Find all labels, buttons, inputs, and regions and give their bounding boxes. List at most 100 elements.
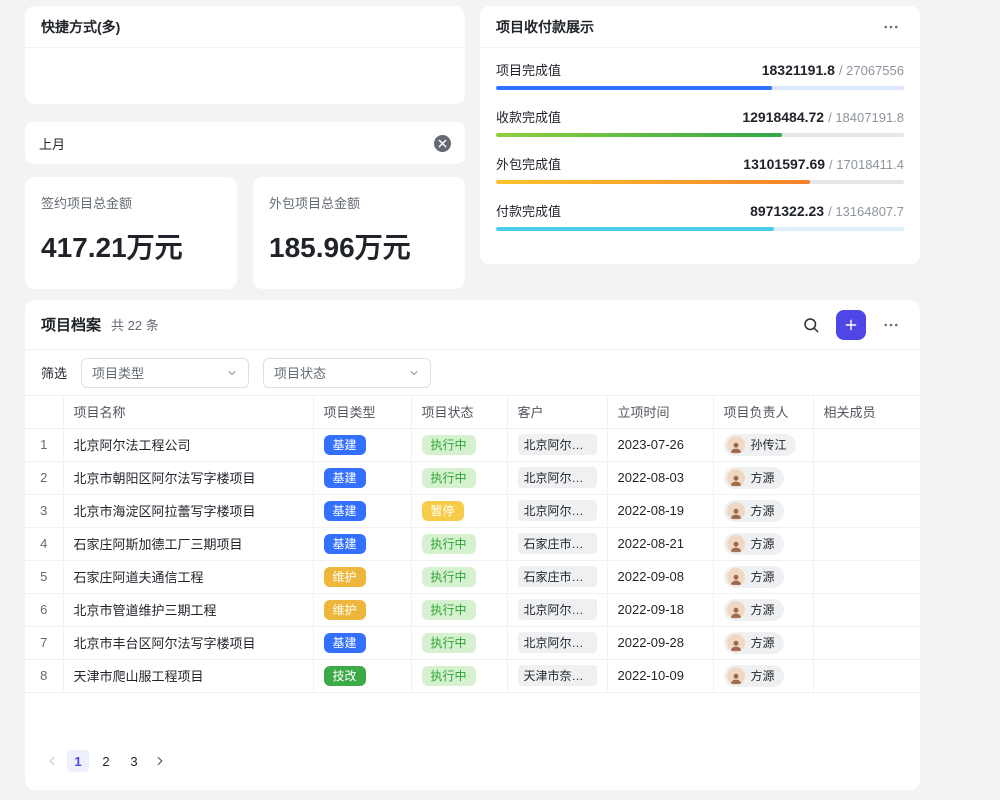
table-row[interactable]: 7 北京市丰台区阿尔法写字楼项目 基建 执行中 北京阿尔法… 2022-09-2… bbox=[25, 626, 920, 659]
clear-filter-icon[interactable] bbox=[434, 135, 451, 152]
row-index: 2 bbox=[25, 461, 63, 494]
cell-members bbox=[813, 527, 920, 560]
progress-value: 18321191.8 bbox=[762, 62, 835, 78]
row-index: 5 bbox=[25, 560, 63, 593]
cell-members bbox=[813, 461, 920, 494]
customer-pill: 石家庄市A县 bbox=[518, 566, 597, 587]
ellipsis-icon[interactable] bbox=[878, 312, 904, 338]
table-row[interactable]: 3 北京市海淀区阿拉蕾写字楼项目 基建 暂停 北京阿尔法… 2022-08-19… bbox=[25, 494, 920, 527]
cell-project-name: 北京市管道维护三期工程 bbox=[63, 593, 313, 626]
cell-owner: 方源 bbox=[713, 461, 813, 494]
column-header[interactable]: 相关成员 bbox=[813, 396, 920, 428]
customer-pill: 北京阿尔法… bbox=[518, 500, 597, 521]
cell-customer: 石家庄市A县 bbox=[507, 560, 607, 593]
column-header[interactable]: 项目负责人 bbox=[713, 396, 813, 428]
cell-start-date: 2022-09-08 bbox=[607, 560, 713, 593]
project-status-tag: 执行中 bbox=[422, 435, 476, 455]
payments-rows: 项目完成值 18321191.8/ 27067556 收款完成值 1291848… bbox=[480, 48, 920, 231]
previous-page-button[interactable] bbox=[43, 752, 61, 770]
cell-project-type: 基建 bbox=[313, 527, 411, 560]
stat-label: 外包项目总金额 bbox=[269, 193, 449, 212]
column-header[interactable]: 客户 bbox=[507, 396, 607, 428]
avatar bbox=[727, 634, 745, 652]
progress-bar bbox=[496, 227, 904, 231]
cell-project-type: 技改 bbox=[313, 659, 411, 692]
progress-row: 外包完成值 13101597.69 / 17018411.4 bbox=[496, 154, 904, 184]
stat-label: 签约项目总金额 bbox=[41, 193, 221, 212]
cell-project-type: 维护 bbox=[313, 560, 411, 593]
chevron-down-icon bbox=[226, 367, 238, 379]
next-page-button[interactable] bbox=[151, 752, 169, 770]
avatar bbox=[727, 667, 745, 685]
column-header[interactable]: 立项时间 bbox=[607, 396, 713, 428]
cell-customer: 北京阿尔法… bbox=[507, 494, 607, 527]
progress-total: / 17018411.4 bbox=[829, 157, 904, 172]
owner-chip: 方源 bbox=[724, 500, 784, 522]
cell-customer: 北京阿尔法… bbox=[507, 428, 607, 461]
column-header[interactable]: 项目状态 bbox=[411, 396, 507, 428]
table-row[interactable]: 8 天津市爬山服工程项目 技改 执行中 天津市奈文… 2022-10-09 方源 bbox=[25, 659, 920, 692]
avatar bbox=[727, 535, 745, 553]
column-header[interactable]: 项目名称 bbox=[63, 396, 313, 428]
table-row[interactable]: 2 北京市朝阳区阿尔法写字楼项目 基建 执行中 北京阿尔法… 2022-08-0… bbox=[25, 461, 920, 494]
cell-project-type: 基建 bbox=[313, 461, 411, 494]
progress-total: / 18407191.8 bbox=[828, 110, 904, 125]
progress-bar bbox=[496, 86, 904, 90]
project-status-tag: 执行中 bbox=[422, 666, 476, 686]
column-header[interactable]: 项目类型 bbox=[313, 396, 411, 428]
avatar bbox=[727, 601, 745, 619]
cell-project-name: 北京市丰台区阿尔法写字楼项目 bbox=[63, 626, 313, 659]
table-card-title: 项目档案 bbox=[41, 314, 101, 335]
row-index: 4 bbox=[25, 527, 63, 560]
progress-label: 外包完成值 bbox=[496, 154, 561, 173]
cell-start-date: 2022-09-28 bbox=[607, 626, 713, 659]
stat-card-signed-total: 签约项目总金额 417.21万元 bbox=[25, 177, 237, 289]
cell-customer: 石家庄市A… bbox=[507, 527, 607, 560]
payments-card: 项目收付款展示 项目完成值 18321191.8/ 27067556 收款完成值… bbox=[480, 6, 920, 264]
cell-project-status: 执行中 bbox=[411, 659, 507, 692]
add-record-button[interactable] bbox=[836, 310, 866, 340]
cell-project-name: 石家庄阿道夫通信工程 bbox=[63, 560, 313, 593]
cell-start-date: 2023-07-26 bbox=[607, 428, 713, 461]
project-type-tag: 维护 bbox=[324, 600, 366, 620]
owner-name: 方源 bbox=[751, 601, 775, 618]
project-type-select[interactable]: 项目类型 bbox=[81, 358, 249, 388]
project-status-tag: 执行中 bbox=[422, 468, 476, 488]
record-count: 共 22 条 bbox=[111, 315, 159, 334]
customer-pill: 北京阿尔法… bbox=[518, 599, 597, 620]
customer-pill: 北京阿尔法… bbox=[518, 632, 597, 653]
cell-project-type: 维护 bbox=[313, 593, 411, 626]
page-button-1[interactable]: 1 bbox=[67, 750, 89, 772]
shortcuts-card-header: 快捷方式(多) bbox=[25, 6, 465, 48]
project-type-tag: 基建 bbox=[324, 534, 366, 554]
table-row[interactable]: 6 北京市管道维护三期工程 维护 执行中 北京阿尔法… 2022-09-18 方… bbox=[25, 593, 920, 626]
payments-card-header: 项目收付款展示 bbox=[480, 6, 920, 48]
cell-project-status: 执行中 bbox=[411, 527, 507, 560]
page-button-2[interactable]: 2 bbox=[95, 750, 117, 772]
progress-fill bbox=[496, 133, 782, 137]
date-filter-bar[interactable]: 上月 bbox=[25, 122, 465, 164]
table-row[interactable]: 4 石家庄阿斯加德工厂三期项目 基建 执行中 石家庄市A… 2022-08-21… bbox=[25, 527, 920, 560]
owner-chip: 方源 bbox=[724, 599, 784, 621]
filter-row: 筛选 项目类型 项目状态 bbox=[25, 350, 920, 396]
table-row[interactable]: 1 北京阿尔法工程公司 基建 执行中 北京阿尔法… 2023-07-26 孙传江 bbox=[25, 428, 920, 461]
avatar bbox=[727, 436, 745, 454]
cell-start-date: 2022-10-09 bbox=[607, 659, 713, 692]
row-index: 3 bbox=[25, 494, 63, 527]
customer-pill: 北京阿尔法… bbox=[518, 434, 597, 455]
date-filter-value: 上月 bbox=[39, 134, 65, 153]
cell-owner: 孙传江 bbox=[713, 428, 813, 461]
table-row[interactable]: 5 石家庄阿道夫通信工程 维护 执行中 石家庄市A县 2022-09-08 方源 bbox=[25, 560, 920, 593]
page-button-3[interactable]: 3 bbox=[123, 750, 145, 772]
owner-name: 方源 bbox=[751, 568, 775, 585]
cell-owner: 方源 bbox=[713, 560, 813, 593]
search-icon[interactable] bbox=[798, 312, 824, 338]
project-status-select[interactable]: 项目状态 bbox=[263, 358, 431, 388]
progress-label: 收款完成值 bbox=[496, 107, 561, 126]
cell-owner: 方源 bbox=[713, 593, 813, 626]
table-header-row: 项目名称项目类型项目状态客户立项时间项目负责人相关成员 bbox=[25, 396, 920, 428]
cell-start-date: 2022-09-18 bbox=[607, 593, 713, 626]
cell-start-date: 2022-08-03 bbox=[607, 461, 713, 494]
ellipsis-icon[interactable] bbox=[878, 14, 904, 40]
progress-value: 13101597.69 bbox=[743, 156, 825, 172]
